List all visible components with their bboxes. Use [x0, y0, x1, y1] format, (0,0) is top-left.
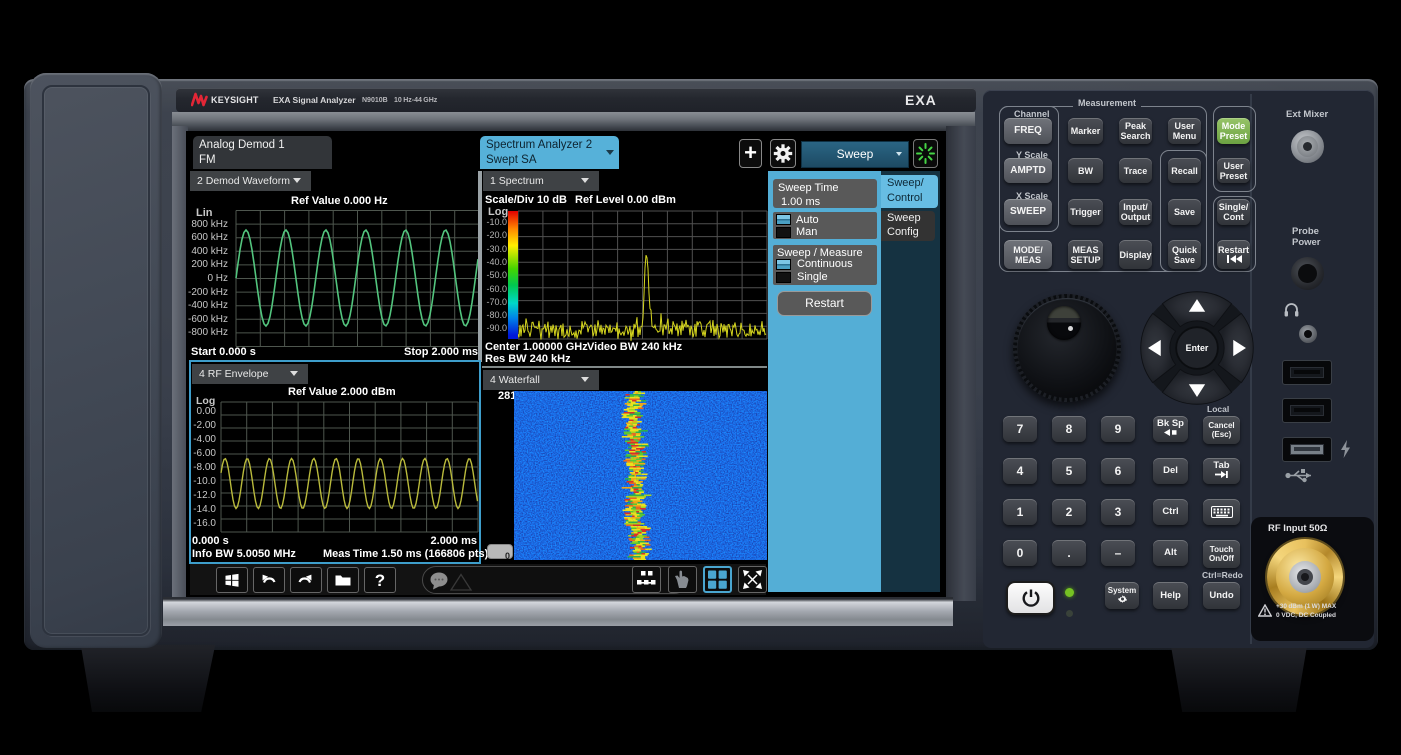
svg-text:Enter: Enter — [1186, 343, 1209, 353]
